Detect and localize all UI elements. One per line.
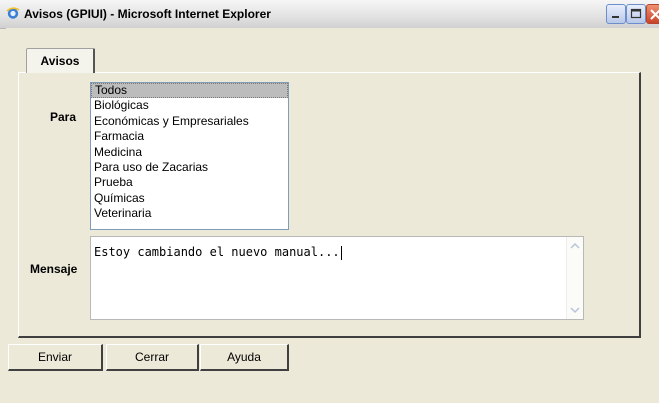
recipients-listbox[interactable]: Todos Biológicas Económicas y Empresaria… [90, 82, 289, 230]
list-item[interactable]: Prueba [91, 175, 288, 190]
close-button[interactable] [646, 4, 659, 24]
list-item[interactable]: Químicas [91, 191, 288, 206]
minimize-icon [612, 16, 619, 18]
minimize-button[interactable] [606, 4, 626, 24]
scroll-down-icon[interactable] [570, 305, 580, 315]
maximize-icon [630, 8, 642, 19]
para-label: Para [50, 110, 77, 124]
list-item[interactable]: Veterinaria [91, 206, 288, 221]
message-textarea[interactable]: Estoy cambiando el nuevo manual... [90, 236, 584, 320]
internet-explorer-icon [6, 6, 20, 20]
message-value: Estoy cambiando el nuevo manual... [94, 245, 340, 259]
close-icon [650, 9, 659, 20]
tab-avisos[interactable]: Avisos [26, 48, 95, 73]
list-item[interactable]: Para uso de Zacarias [91, 160, 288, 175]
message-text: Estoy cambiando el nuevo manual... [94, 245, 342, 260]
list-item[interactable]: Biológicas [91, 98, 288, 113]
scroll-up-icon[interactable] [570, 241, 580, 251]
mensaje-label: Mensaje [30, 262, 78, 276]
list-item[interactable]: Todos [91, 83, 288, 99]
enviar-button[interactable]: Enviar [8, 344, 103, 371]
maximize-button[interactable] [626, 4, 646, 24]
dialog-client-area: Avisos Para Todos Biológicas Económicas … [6, 28, 659, 403]
window-titlebar[interactable]: Avisos (GPIUI) - Microsoft Internet Expl… [0, 0, 659, 29]
list-item[interactable]: Farmacia [91, 129, 288, 144]
list-item[interactable]: Medicina [91, 145, 288, 160]
text-caret [340, 245, 342, 260]
ayuda-button[interactable]: Ayuda [200, 344, 289, 371]
list-item[interactable]: Económicas y Empresariales [91, 114, 288, 129]
cerrar-button[interactable]: Cerrar [106, 344, 199, 371]
window-title: Avisos (GPIUI) - Microsoft Internet Expl… [24, 7, 271, 21]
message-scrollbar[interactable] [566, 237, 583, 319]
